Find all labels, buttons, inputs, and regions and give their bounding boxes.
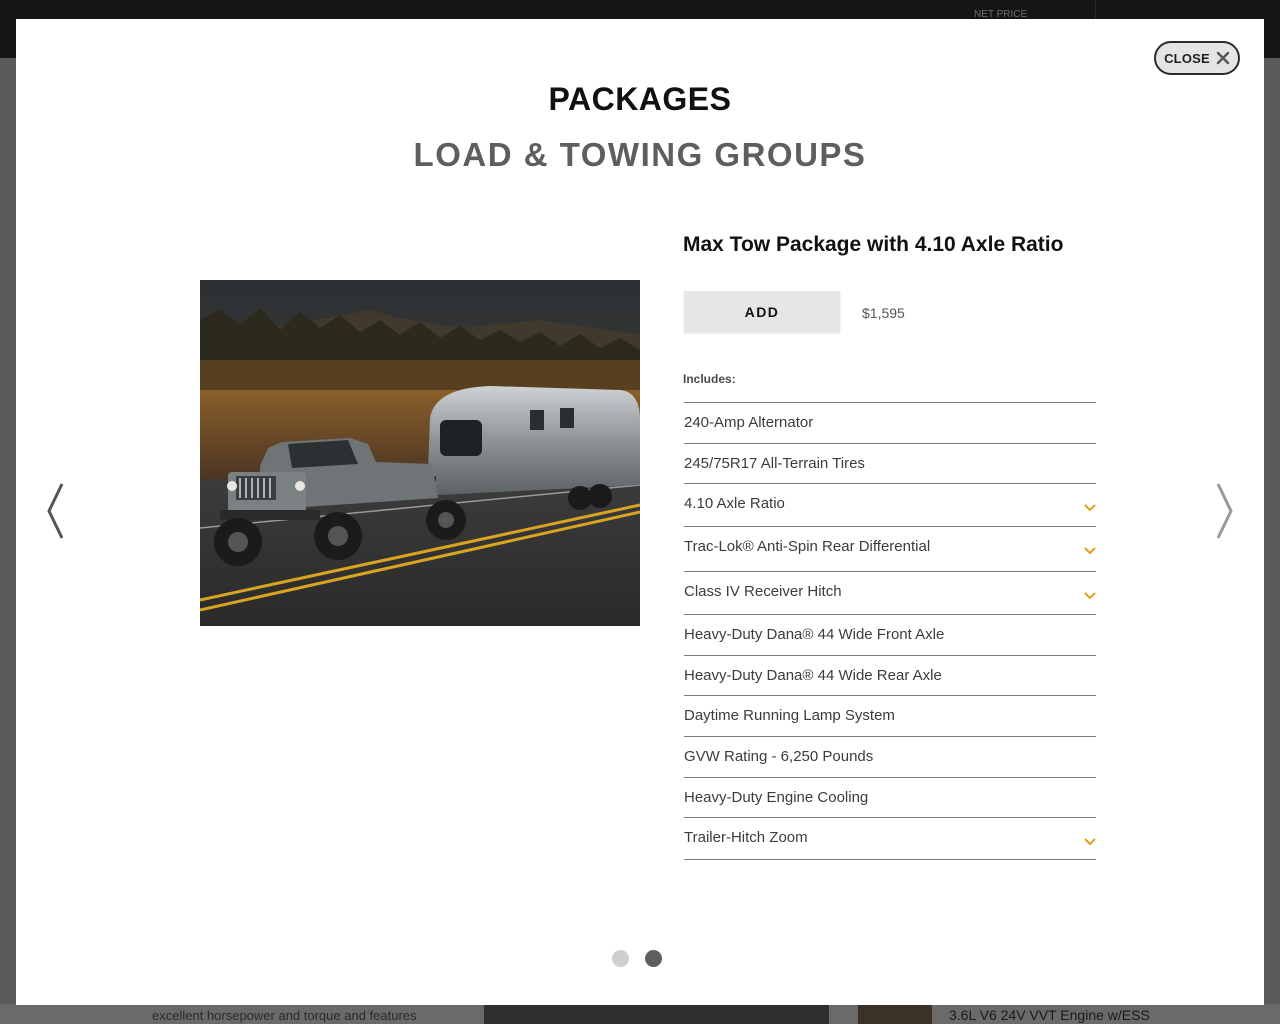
feature-item: Heavy-Duty Dana® 44 Wide Front Axle <box>684 614 1096 655</box>
previous-arrow-icon[interactable] <box>42 481 72 541</box>
background-engine-name: 3.6L V6 24V VVT Engine w/ESS <box>949 1007 1150 1023</box>
includes-label: Includes: <box>683 372 736 386</box>
packages-modal: CLOSE PACKAGES LOAD & TOWING GROUPS Max … <box>16 19 1264 1005</box>
feature-item: Heavy-Duty Dana® 44 Wide Rear Axle <box>684 655 1096 695</box>
feature-label: Heavy-Duty Dana® 44 Wide Rear Axle <box>684 667 942 684</box>
feature-item: 240-Amp Alternator <box>684 402 1096 443</box>
chevron-down-icon[interactable] <box>1084 833 1096 846</box>
package-price: $1,595 <box>862 305 905 321</box>
feature-label: Trac-Lok® Anti-Spin Rear Differential <box>684 538 931 555</box>
feature-label: Daytime Running Lamp System <box>684 707 895 724</box>
feature-item: GVW Rating - 6,250 Pounds <box>684 736 1096 777</box>
background-engine-image <box>484 1004 829 1024</box>
add-package-button[interactable]: ADD <box>684 291 840 332</box>
expandable-feature-item[interactable]: Class IV Receiver Hitch <box>684 571 1096 614</box>
modal-title: PACKAGES <box>548 81 732 117</box>
feature-label: Heavy-Duty Dana® 44 Wide Front Axle <box>684 626 945 643</box>
carousel-pagination <box>612 950 662 968</box>
chevron-down-icon[interactable] <box>1084 587 1096 600</box>
pagination-dot[interactable] <box>612 950 629 967</box>
close-label: CLOSE <box>1164 50 1210 66</box>
included-features-list: 240-Amp Alternator 245/75R17 All-Terrain … <box>684 402 1096 860</box>
chevron-down-icon[interactable] <box>1084 542 1096 555</box>
package-name: Max Tow Package with 4.10 Axle Ratio <box>683 233 1064 256</box>
background-thumbnail <box>858 1004 932 1024</box>
package-image-jeep-towing-trailer <box>200 280 640 626</box>
feature-label: 245/75R17 All-Terrain Tires <box>684 455 865 472</box>
expandable-feature-item[interactable]: Trac-Lok® Anti-Spin Rear Differential <box>684 526 1096 571</box>
feature-label: Heavy-Duty Engine Cooling <box>684 789 869 806</box>
chevron-down-icon[interactable] <box>1084 499 1096 512</box>
background-content-strip: excellent horsepower and torque and feat… <box>0 1004 1280 1024</box>
feature-item: Daytime Running Lamp System <box>684 695 1096 736</box>
expandable-feature-item[interactable]: 4.10 Axle Ratio <box>684 483 1096 526</box>
modal-subtitle: LOAD & TOWING GROUPS <box>413 136 867 173</box>
close-icon <box>1216 51 1230 65</box>
background-description-text: excellent horsepower and torque and feat… <box>152 1008 417 1023</box>
next-arrow-icon[interactable] <box>1208 481 1238 541</box>
feature-label: 240-Amp Alternator <box>684 414 814 431</box>
feature-label: Trailer-Hitch Zoom <box>684 829 808 846</box>
feature-item: Heavy-Duty Engine Cooling <box>684 777 1096 817</box>
feature-item: 245/75R17 All-Terrain Tires <box>684 443 1096 483</box>
feature-label: Class IV Receiver Hitch <box>684 583 842 600</box>
feature-label: 4.10 Axle Ratio <box>684 495 785 512</box>
pagination-dot[interactable] <box>645 950 662 967</box>
feature-label: GVW Rating - 6,250 Pounds <box>684 748 874 765</box>
close-button[interactable]: CLOSE <box>1154 41 1240 75</box>
expandable-feature-item[interactable]: Trailer-Hitch Zoom <box>684 817 1096 860</box>
